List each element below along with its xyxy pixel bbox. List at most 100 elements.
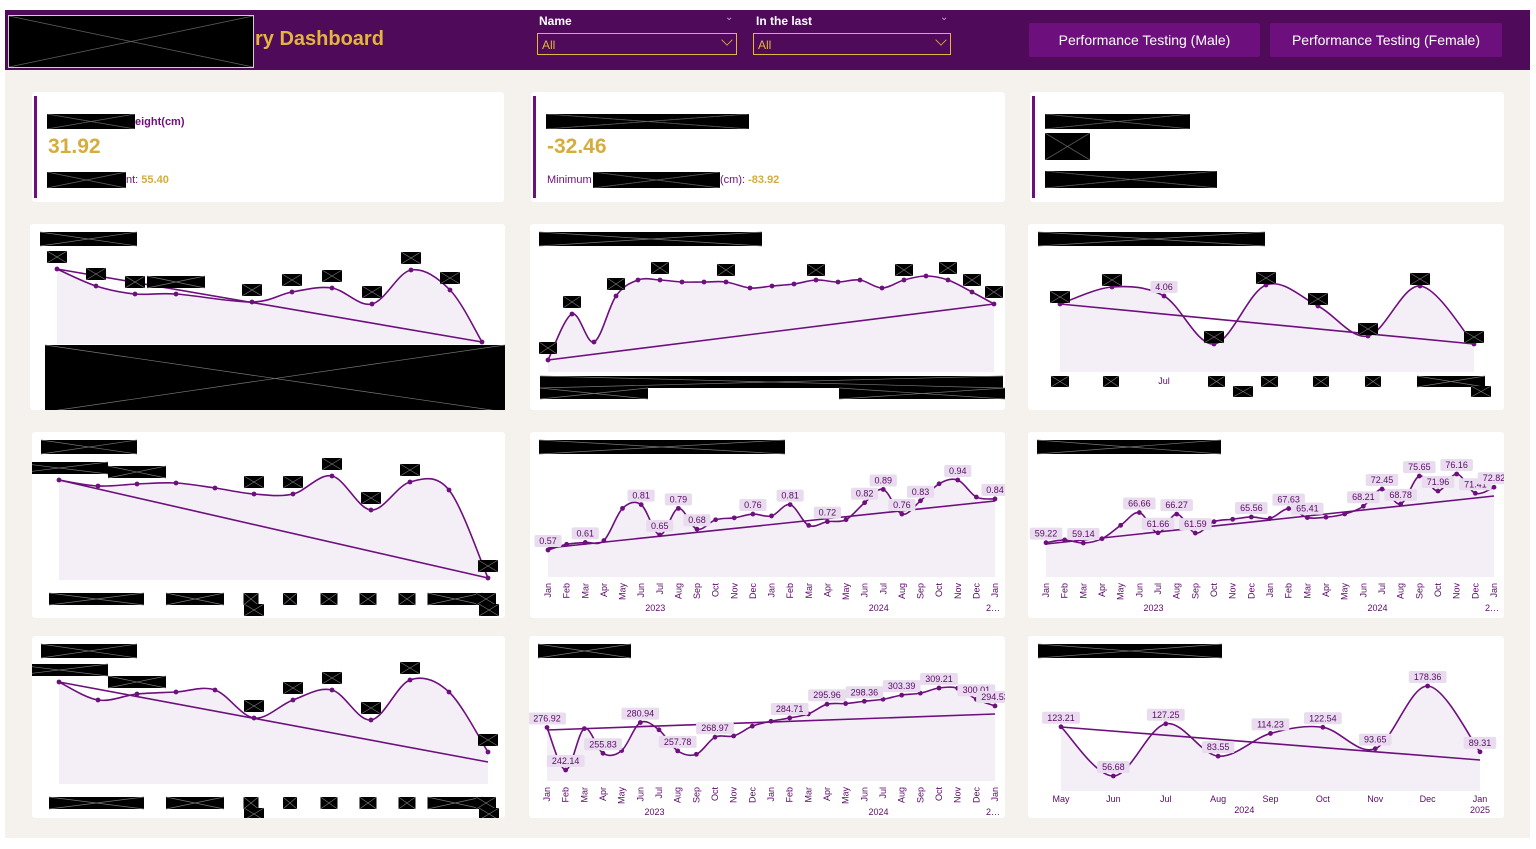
x-tick-label: Oct	[710, 787, 720, 802]
year-label: 2024	[869, 807, 889, 817]
year-label: 2023	[645, 603, 665, 613]
redacted-label	[46, 250, 68, 264]
header-bar: ry Dashboard Name ⌄ All In the last ⌄ Al…	[5, 10, 1530, 70]
redacted-label	[962, 273, 982, 287]
data-point	[1161, 293, 1167, 299]
data-point	[407, 479, 413, 485]
x-tick-label: Sep	[1414, 583, 1424, 599]
chevron-down-icon[interactable]: ⌄	[940, 12, 948, 23]
name-filter-dropdown[interactable]: All	[537, 33, 737, 55]
data-point	[173, 291, 179, 297]
data-point	[368, 717, 374, 723]
data-label: 295.96	[813, 690, 841, 700]
data-point	[945, 277, 951, 283]
x-tick-label: Jun	[859, 787, 869, 802]
x-tick-label: Apr	[1097, 583, 1107, 597]
kpi-sub-label: (cm):	[720, 174, 749, 186]
chart-svg	[39, 231, 505, 410]
x-tick-label: Mar	[804, 583, 814, 599]
data-point	[54, 266, 60, 272]
data-point	[637, 720, 643, 725]
year-label: 2…	[986, 603, 1000, 613]
data-point	[569, 311, 575, 317]
performance-female-button[interactable]: Performance Testing (Female)	[1270, 23, 1502, 57]
kpi-card-3	[1030, 92, 1504, 202]
area-fill	[1046, 473, 1494, 577]
data-point	[1323, 514, 1329, 520]
performance-male-button[interactable]: Performance Testing (Male)	[1029, 23, 1260, 57]
data-label: 71.96	[1427, 477, 1450, 487]
data-label: 65.41	[1296, 504, 1319, 514]
chart-svg	[32, 643, 500, 818]
x-tick-label: Aug	[673, 787, 683, 803]
x-tick-label: Jan	[990, 787, 1000, 802]
redacted-label	[398, 592, 416, 606]
period-filter-value: All	[758, 38, 772, 52]
redacted-label	[39, 231, 138, 247]
x-tick-label: Oct	[1209, 583, 1219, 598]
data-point	[787, 502, 793, 507]
x-tick-label: Jan	[767, 583, 777, 598]
data-point	[1163, 721, 1169, 727]
data-point	[289, 289, 295, 295]
chevron-down-icon[interactable]: ⌄	[725, 12, 733, 23]
data-point	[1398, 501, 1404, 507]
chart-card-5: 0.57 0.61 0.81 0.65 0.79 0.68 0.76 0.81 0.72 0.82…	[530, 432, 1005, 618]
x-tick-label: May	[1116, 583, 1126, 601]
data-label: 0.68	[688, 515, 706, 525]
data-point	[813, 277, 819, 283]
data-point	[1155, 530, 1161, 536]
x-tick-label: May	[1052, 794, 1070, 804]
redacted-label	[1255, 271, 1277, 285]
redacted-label	[320, 796, 338, 810]
x-tick-label: Apr	[598, 787, 608, 801]
data-point	[879, 285, 885, 291]
data-label: 75.65	[1408, 462, 1431, 472]
data-label: 294.53	[981, 692, 1005, 702]
data-point	[545, 357, 551, 363]
redacted-label	[427, 796, 483, 810]
kpi-sub-label: nt:	[126, 174, 142, 186]
data-point	[1320, 724, 1326, 730]
redacted-label	[478, 807, 500, 818]
x-tick-label: Dec	[1420, 794, 1437, 804]
x-tick-label: Nov	[953, 583, 963, 600]
data-label: 309.21	[925, 674, 953, 684]
year-label: 2024	[1368, 603, 1388, 613]
data-point	[447, 287, 453, 293]
data-point	[824, 701, 830, 707]
data-point	[95, 697, 101, 703]
redacted-block	[32, 664, 108, 676]
redacted-label	[1050, 375, 1070, 388]
kpi-subtext: nt: 55.40	[126, 174, 169, 186]
x-tick-label: Jun	[636, 583, 646, 598]
data-label: 4.06	[1155, 282, 1173, 292]
name-filter-value: All	[542, 38, 556, 52]
data-point	[899, 692, 905, 698]
x-tick-label: Feb	[785, 787, 795, 803]
chart-svg: 276.92 242.14 255.83 280.94 257.78 268.97 284.…	[529, 643, 1005, 817]
data-point	[212, 485, 218, 491]
year-label: 2023	[645, 807, 665, 817]
x-tick-label: May	[841, 787, 851, 805]
data-point	[843, 701, 849, 706]
redacted-text	[47, 114, 135, 129]
year-label: 2025	[1470, 805, 1490, 815]
x-tick-label: Aug	[1396, 583, 1406, 599]
x-tick-label: Jun	[860, 583, 870, 598]
data-point	[446, 689, 452, 695]
x-tick-label: Mar	[803, 787, 813, 803]
data-point	[861, 698, 867, 704]
period-filter-dropdown[interactable]: All	[753, 33, 951, 55]
data-point	[749, 723, 755, 729]
data-label: 0.82	[856, 489, 874, 499]
redacted-label	[1416, 375, 1486, 388]
redacted-label	[165, 592, 225, 606]
dashboard-canvas: ry Dashboard Name ⌄ All In the last ⌄ Al…	[5, 10, 1530, 838]
x-tick-label: Jun	[1106, 794, 1121, 804]
filter-period-label: In the last	[756, 14, 813, 28]
data-label: 0.57	[539, 536, 557, 546]
redacted-label	[1409, 272, 1431, 286]
data-point	[601, 538, 607, 543]
data-point	[408, 267, 414, 273]
